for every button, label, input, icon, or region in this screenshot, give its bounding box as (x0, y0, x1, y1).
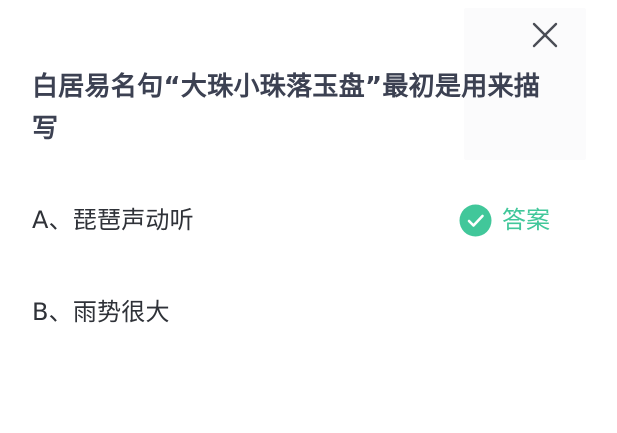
answer-label: 答案 (502, 206, 550, 234)
close-icon (532, 22, 558, 48)
check-circle-icon (459, 204, 492, 236)
option-b[interactable]: B、雨势很大 (32, 296, 170, 328)
close-button[interactable] (529, 19, 561, 51)
quiz-card: 白居易名句“大珠小珠落玉盘”最初是用来描写 A、琵琶声动听 答案 B、雨势很大 (0, 0, 617, 433)
option-a[interactable]: A、琵琶声动听 (32, 204, 194, 236)
question-text: 白居易名句“大珠小珠落玉盘”最初是用来描写 (32, 72, 541, 144)
answer-badge: 答案 (459, 203, 550, 237)
